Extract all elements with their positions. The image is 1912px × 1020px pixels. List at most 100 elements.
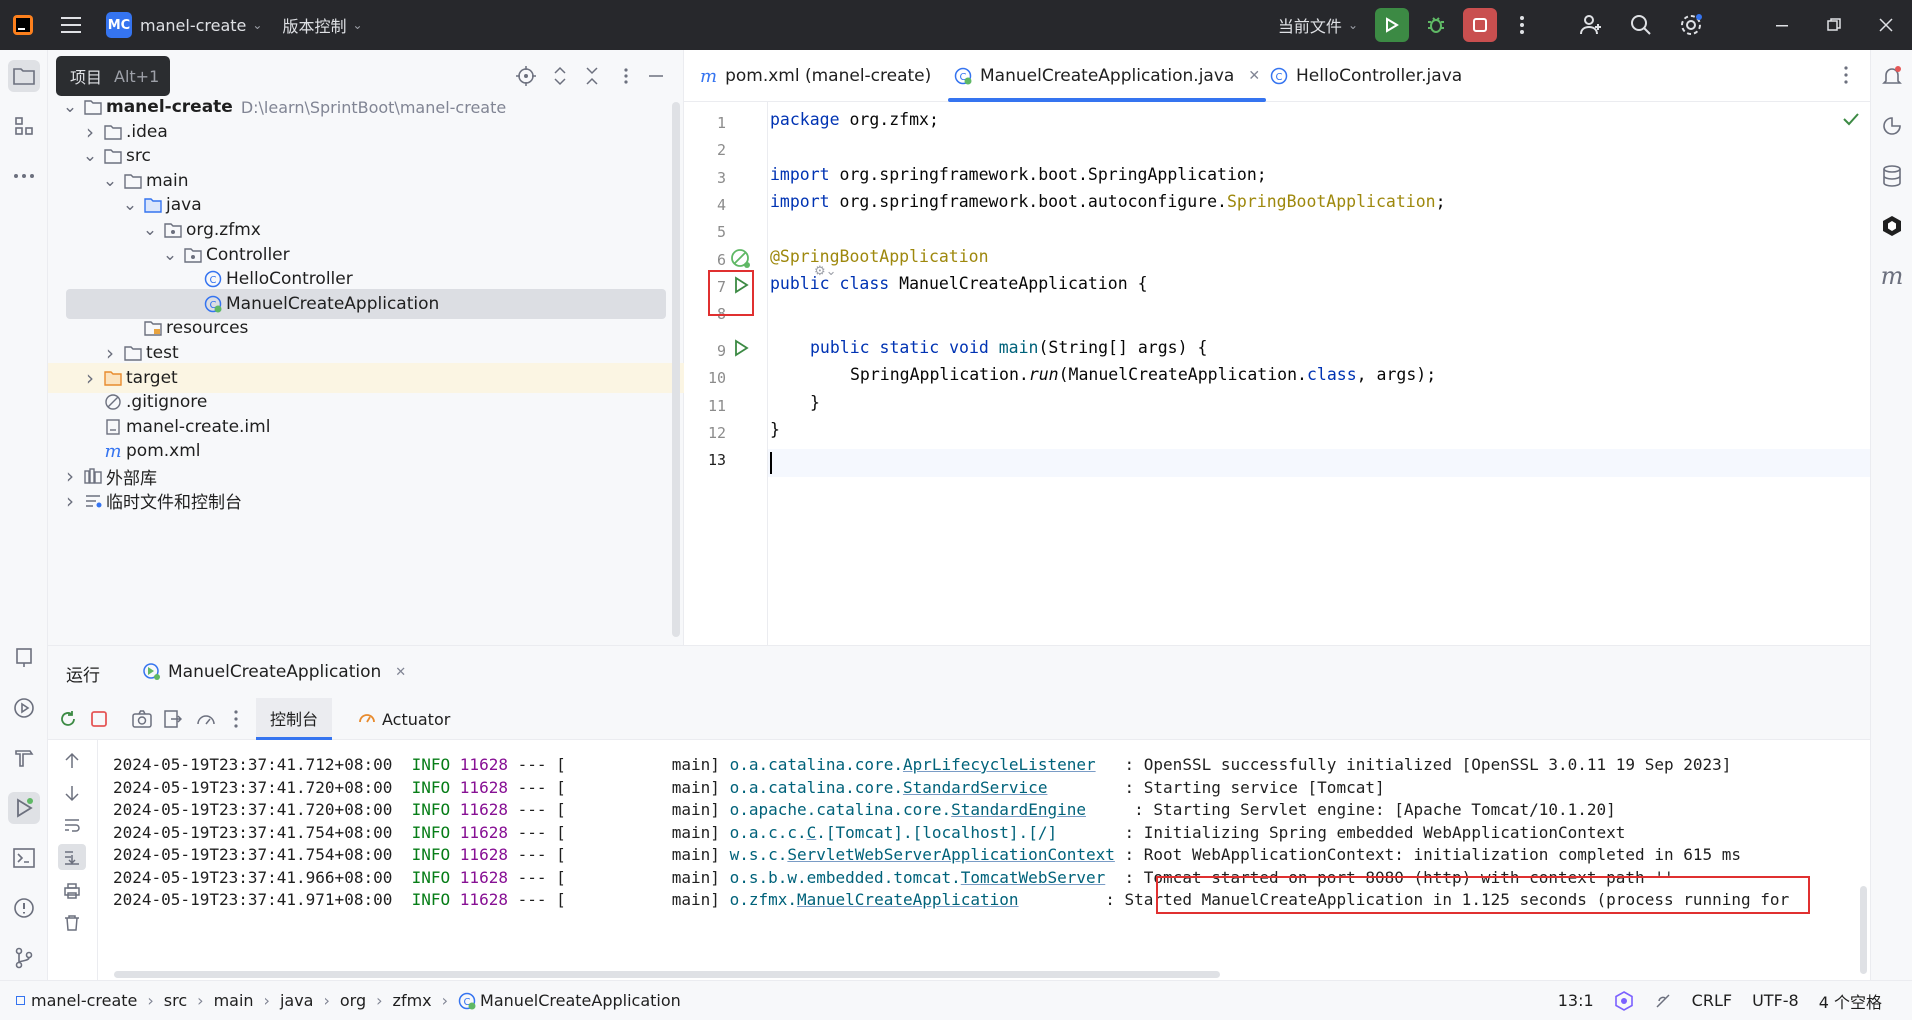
terminal-tool-icon[interactable]	[8, 842, 40, 874]
chevron-right-icon[interactable]: ›	[62, 464, 78, 488]
locate-icon[interactable]	[516, 66, 536, 86]
chevron-down-icon[interactable]: ⌄	[122, 195, 138, 215]
close-icon[interactable]	[1860, 0, 1912, 50]
tree-item[interactable]: › 临时文件和控制台	[48, 486, 668, 516]
plugin-status-icon[interactable]	[1614, 990, 1634, 1011]
caret-position[interactable]: 13:1	[1558, 991, 1594, 1010]
breadcrumb-item[interactable]: src	[164, 991, 187, 1010]
soft-wrap-icon[interactable]	[63, 816, 81, 838]
stop-icon[interactable]	[90, 710, 108, 732]
log-logger[interactable]: o.a.c.c.C.[Tomcat].[localhost].[/]	[730, 823, 1058, 842]
arrow-up-icon[interactable]	[63, 752, 81, 774]
chevron-right-icon[interactable]: ›	[82, 120, 98, 144]
run-dashboard-icon[interactable]	[8, 692, 40, 724]
console-side-toolbar	[48, 740, 98, 981]
git-tool-icon[interactable]	[8, 942, 40, 974]
dashboard-icon[interactable]	[196, 710, 216, 732]
title-bar: MC manel-create ⌄ 版本控制 ⌄ 当前文件 ⌄	[0, 0, 1912, 50]
console-vscrollbar[interactable]	[1860, 886, 1867, 974]
log-level: INFO	[411, 890, 451, 909]
main-menu-icon[interactable]	[46, 0, 98, 50]
indent-setting[interactable]: 4 个空格	[1819, 989, 1882, 1013]
run-config-tab[interactable]: ManuelCreateApplication ✕	[136, 646, 412, 698]
tree-item-label: pom.xml	[126, 441, 201, 462]
breadcrumb-item[interactable]: zfmx	[393, 991, 432, 1010]
chevron-right-icon[interactable]: ›	[82, 366, 98, 390]
line-separator[interactable]: CRLF	[1692, 991, 1732, 1010]
log-logger[interactable]: w.s.c.ServletWebServerApplicationContext	[730, 845, 1115, 864]
close-tab-icon[interactable]: ✕	[1248, 68, 1260, 84]
hide-panel-icon[interactable]	[646, 66, 666, 86]
tab-manuel-create-application[interactable]: C ManuelCreateApplication.java ✕	[948, 50, 1267, 102]
tab-console[interactable]: 控制台	[256, 698, 333, 740]
search-icon[interactable]	[1616, 0, 1666, 50]
exit-icon[interactable]	[164, 710, 183, 732]
breadcrumb-item[interactable]: java	[280, 991, 314, 1010]
debug-icon[interactable]	[1414, 0, 1458, 50]
project-switcher[interactable]: MC manel-create ⌄	[98, 0, 270, 50]
database-icon[interactable]	[1876, 160, 1908, 192]
collapse-all-icon[interactable]	[582, 66, 602, 86]
camera-icon[interactable]	[132, 710, 152, 732]
file-encoding[interactable]: UTF-8	[1752, 991, 1799, 1010]
more-options-icon[interactable]	[234, 710, 238, 732]
vcs-menu[interactable]: 版本控制 ⌄	[270, 0, 374, 50]
no-problems-check-icon[interactable]	[1842, 110, 1860, 132]
chevron-right-icon[interactable]: ›	[102, 341, 118, 365]
log-logger[interactable]: o.a.catalina.core.StandardService	[730, 778, 1048, 797]
spring-class-icon: C	[954, 67, 972, 85]
chevron-down-icon[interactable]: ⌄	[62, 97, 78, 117]
close-tab-icon[interactable]: ✕	[395, 665, 406, 680]
minimize-icon[interactable]	[1756, 0, 1808, 50]
stop-button[interactable]	[1458, 0, 1502, 50]
expand-all-icon[interactable]	[550, 66, 570, 86]
log-logger[interactable]: o.zfmx.ManuelCreateApplication	[730, 890, 1019, 909]
log-logger[interactable]: o.s.b.w.embedded.tomcat.TomcatWebServer	[730, 868, 1106, 887]
arrow-down-icon[interactable]	[63, 784, 81, 806]
code-line-1: package org.zfmx;	[770, 106, 939, 133]
chevron-down-icon[interactable]: ⌄	[82, 146, 98, 166]
add-user-icon[interactable]	[1566, 0, 1616, 50]
tab-pom-xml[interactable]: m pom.xml (manel-create)	[700, 50, 931, 102]
tab-actuator[interactable]: Actuator	[348, 698, 460, 740]
notifications-icon[interactable]	[1876, 60, 1908, 92]
project-tool-icon[interactable]	[8, 60, 40, 92]
breadcrumb-item[interactable]: C ManuelCreateApplication	[458, 991, 681, 1010]
scroll-to-end-icon[interactable]	[58, 844, 86, 870]
structure-tool-icon[interactable]	[8, 110, 40, 142]
more-actions-icon[interactable]	[1502, 0, 1542, 50]
breadcrumb-item[interactable]: manel-create	[16, 991, 137, 1010]
tab-hello-controller[interactable]: C HelloController.java	[1270, 50, 1462, 102]
run-main-gutter-icon[interactable]	[732, 339, 750, 361]
gear-icon[interactable]	[1666, 0, 1716, 50]
chevron-down-icon[interactable]: ⌄	[102, 171, 118, 191]
run-config-selector[interactable]: 当前文件 ⌄	[1266, 0, 1370, 50]
print-icon[interactable]	[63, 882, 81, 904]
rerun-button[interactable]	[1370, 0, 1414, 50]
code-text: (String[] args) {	[1038, 338, 1208, 357]
console-hscrollbar[interactable]	[114, 971, 1220, 978]
ai-assistant-icon[interactable]	[1876, 110, 1908, 142]
problems-tool-icon[interactable]	[8, 892, 40, 924]
tab-options-icon[interactable]	[1844, 66, 1848, 88]
trash-icon[interactable]	[63, 914, 81, 936]
run-tool-icon[interactable]	[8, 792, 40, 824]
chevron-down-icon[interactable]: ⌄	[142, 220, 158, 240]
rerun-icon[interactable]	[58, 709, 78, 733]
project-scrollbar[interactable]	[672, 102, 680, 637]
breadcrumb-item[interactable]: main	[214, 991, 254, 1010]
log-logger[interactable]: o.apache.catalina.core.StandardEngine	[730, 800, 1086, 819]
options-icon[interactable]	[616, 66, 636, 86]
maven-tool-icon[interactable]: m	[1876, 260, 1908, 292]
services-tool-icon[interactable]	[8, 642, 40, 674]
chevron-right-icon[interactable]: ›	[62, 489, 78, 513]
log-logger[interactable]: o.a.catalina.core.AprLifecycleListener	[730, 755, 1096, 774]
restore-icon[interactable]	[1808, 0, 1860, 50]
no-power-save-icon[interactable]	[1654, 992, 1672, 1010]
more-tools-icon[interactable]	[8, 160, 40, 192]
chevron-down-icon[interactable]: ⌄	[162, 245, 178, 265]
breadcrumb-item[interactable]: org	[340, 991, 366, 1010]
ide-logo-icon[interactable]	[0, 0, 46, 50]
plugin-icon[interactable]	[1876, 210, 1908, 242]
build-tool-icon[interactable]	[8, 742, 40, 774]
